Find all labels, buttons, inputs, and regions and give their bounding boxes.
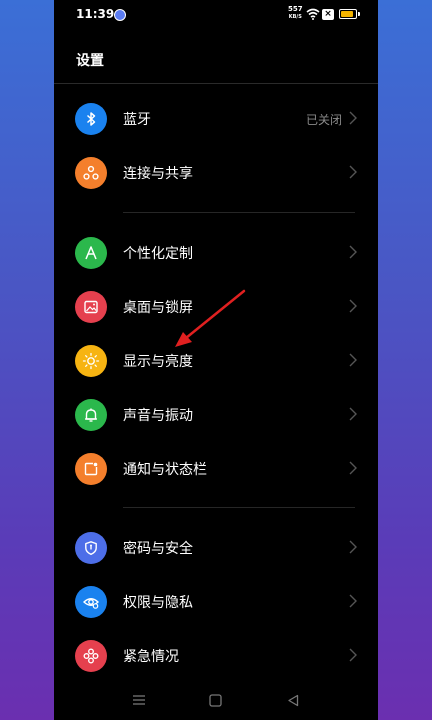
annotation-arrow bbox=[175, 289, 246, 347]
